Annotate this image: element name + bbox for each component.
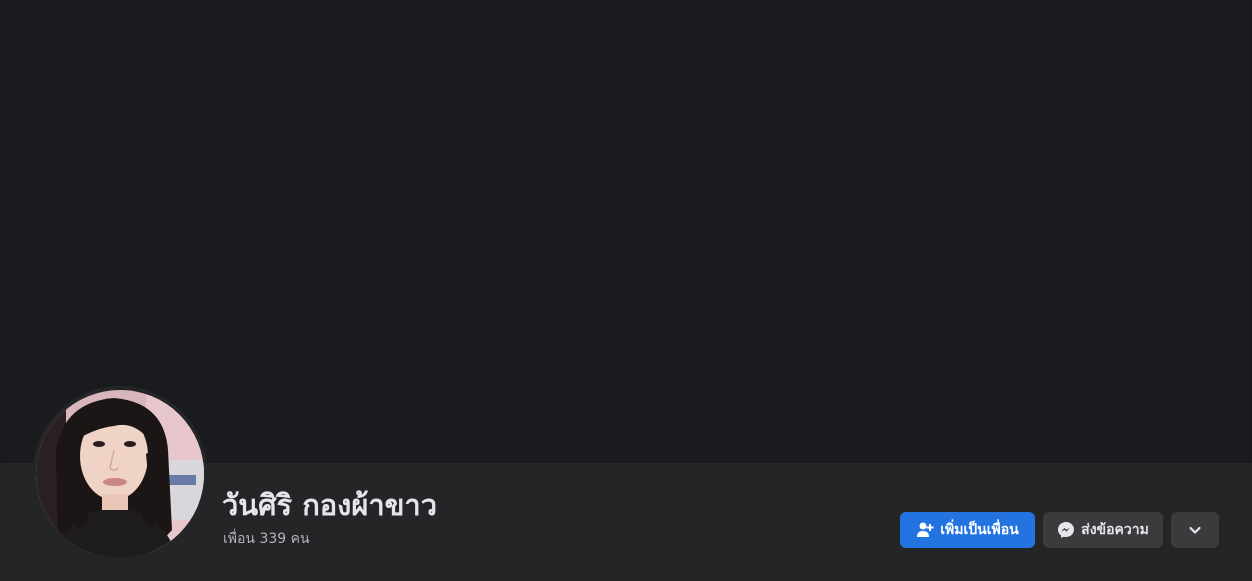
cover-photo[interactable]: [1, 0, 1251, 463]
profile-picture-frame: [32, 386, 208, 562]
add-friend-button[interactable]: เพิ่มเป็นเพื่อน: [900, 512, 1035, 548]
message-label: ส่งข้อความ: [1081, 522, 1149, 538]
more-options-button[interactable]: [1171, 512, 1219, 548]
profile-picture[interactable]: [36, 390, 204, 558]
add-friend-icon: [916, 521, 934, 539]
message-button[interactable]: ส่งข้อความ: [1043, 512, 1163, 548]
profile-picture-image: [36, 390, 204, 558]
messenger-icon: [1057, 521, 1075, 539]
profile-name: วันศิริ กองผ้าขาว: [222, 488, 437, 522]
friends-count[interactable]: เพื่อน 339 คน: [223, 529, 310, 549]
profile-page: วันศิริ กองผ้าขาว เพื่อน 339 คน เพิ่มเป็…: [0, 0, 1252, 581]
add-friend-label: เพิ่มเป็นเพื่อน: [940, 522, 1019, 538]
chevron-down-icon: [1188, 523, 1202, 537]
